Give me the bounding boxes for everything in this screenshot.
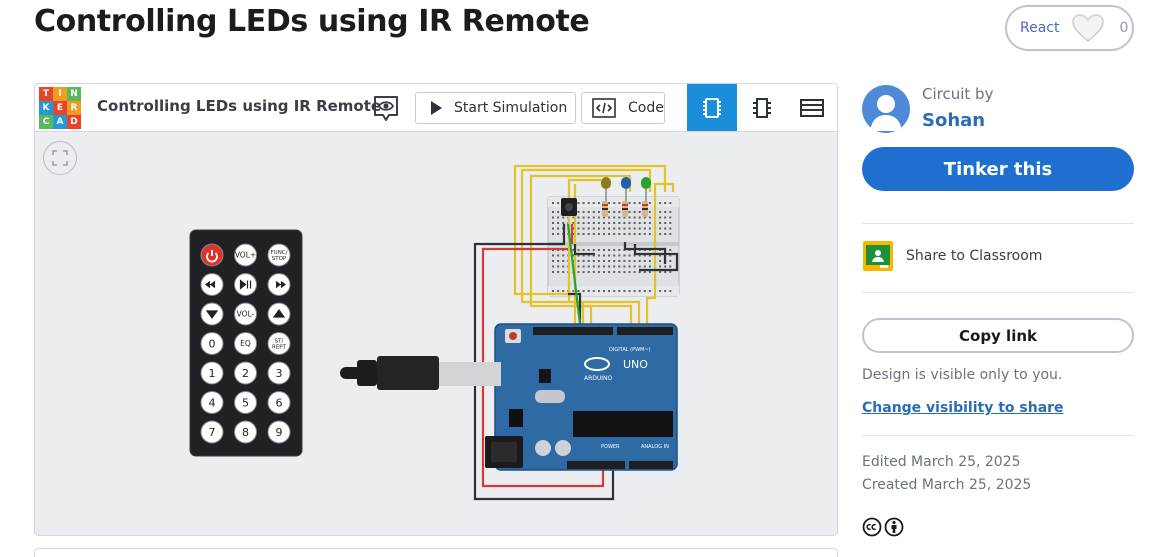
fit-view-button[interactable]: [43, 141, 77, 175]
arduino-model: UNO: [623, 358, 648, 371]
code-icon: [592, 98, 616, 118]
change-visibility-link[interactable]: Change visibility to share: [862, 400, 1064, 416]
circuit-by-label: Circuit by: [922, 85, 994, 103]
dc-power-jack: [485, 436, 523, 468]
start-simulation-label: Start Simulation: [454, 100, 568, 116]
copy-link-button[interactable]: Copy link: [862, 318, 1134, 353]
digital-label: DIGITAL (PWM~): [609, 347, 651, 353]
analog-label: ANALOG IN: [641, 444, 669, 450]
code-button[interactable]: Code: [581, 92, 665, 124]
remote-button-st-rept[interactable]: ST/REPT: [267, 332, 291, 355]
edited-date: Edited March 25, 2025: [862, 454, 1021, 470]
code-label: Code: [628, 100, 664, 116]
remote-button-label: 4: [209, 397, 216, 410]
remote-button-0[interactable]: 0: [200, 332, 224, 355]
divider: [862, 292, 1134, 293]
share-to-classroom-button[interactable]: Share to Classroom: [862, 240, 1042, 272]
remote-button-label: EQ: [240, 339, 251, 348]
circuit-canvas[interactable]: ARDUINO UNO DIGITAL (PWM~) POWER ANALOG …: [35, 84, 838, 536]
play-icon: [431, 101, 442, 115]
usb-cable: [340, 356, 501, 390]
share-to-classroom-label: Share to Classroom: [906, 248, 1043, 264]
editor-toolbar: TINKERCAD Controlling LEDs using IR Remo…: [35, 84, 837, 132]
eye-icon[interactable]: [372, 93, 400, 123]
logo-letter: A: [53, 115, 67, 129]
ir-remote[interactable]: VOL+ FUNC/STOP VOL- 0 EQ ST/REPT 1 2 3 4 5 6 7 8 9: [189, 229, 303, 457]
created-date: Created March 25, 2025: [862, 477, 1032, 493]
remote-button-down[interactable]: [200, 302, 224, 326]
power-label: POWER: [601, 444, 620, 450]
page-title: Controlling LEDs using IR Remote: [34, 4, 590, 39]
tinkercad-logo[interactable]: TINKERCAD: [39, 87, 81, 129]
license[interactable]: [862, 517, 904, 537]
remote-button-label: FUNC/STOP: [271, 250, 288, 262]
logo-letter: E: [53, 101, 67, 115]
remote-button-next[interactable]: [267, 273, 291, 296]
logo-letter: R: [67, 101, 81, 115]
ir-receiver[interactable]: [561, 198, 577, 216]
logo-letter: I: [53, 87, 67, 101]
logo-letter: C: [39, 115, 53, 129]
start-simulation-button[interactable]: Start Simulation: [415, 92, 576, 124]
remote-button-label: 9: [276, 426, 283, 439]
remote-button-label: 8: [242, 426, 249, 439]
remote-button-label: 3: [276, 367, 283, 380]
remote-button-1[interactable]: 1: [200, 361, 224, 385]
remote-button-prev[interactable]: [200, 273, 224, 296]
schematic-view-icon: [753, 97, 771, 118]
tinker-this-button[interactable]: Tinker this: [862, 147, 1134, 191]
react-label: React: [1020, 20, 1060, 36]
attribution-icon: [884, 517, 904, 537]
remote-button-label: 6: [276, 397, 283, 410]
logo-letter: D: [67, 115, 81, 129]
component-list-button[interactable]: [787, 84, 837, 131]
remote-button-vol-[interactable]: VOL-: [234, 302, 257, 326]
remote-button-8[interactable]: 8: [234, 420, 257, 444]
remote-button-9[interactable]: 9: [267, 420, 291, 444]
schematic-view-button[interactable]: [737, 84, 787, 131]
circuit-editor: ARDUINO UNO DIGITAL (PWM~) POWER ANALOG …: [34, 83, 838, 536]
remote-button-label: VOL+: [235, 251, 256, 260]
remote-button-eq[interactable]: EQ: [234, 332, 257, 355]
remote-button-func-stop[interactable]: FUNC/STOP: [267, 243, 291, 267]
remote-button-power[interactable]: [200, 243, 224, 267]
visibility-note: Design is visible only to you.: [862, 367, 1063, 383]
divider: [862, 435, 1134, 436]
remote-button-5[interactable]: 5: [234, 391, 257, 414]
creative-commons-icon: [862, 517, 882, 537]
remote-button-up[interactable]: [267, 302, 291, 326]
circuit-view-button[interactable]: [687, 84, 737, 131]
react-button[interactable]: React 0: [1005, 5, 1134, 51]
remote-button-7[interactable]: 7: [200, 420, 224, 444]
remote-button-label: 7: [209, 426, 216, 439]
remote-button-4[interactable]: 4: [200, 391, 224, 414]
remote-button-play-pause[interactable]: [234, 273, 257, 296]
user-icon: [870, 95, 902, 131]
heart-icon: [1072, 14, 1105, 43]
remote-button-3[interactable]: 3: [267, 361, 291, 385]
logo-letter: K: [39, 101, 53, 115]
editor-title: Controlling LEDs using IR Remote: [97, 97, 382, 115]
logo-letter: T: [39, 87, 53, 101]
remote-button-2[interactable]: 2: [234, 361, 257, 385]
arduino-brand: ARDUINO: [584, 375, 613, 382]
remote-button-label: VOL-: [237, 310, 255, 319]
react-count: 0: [1119, 20, 1129, 36]
circuit-view-icon: [703, 97, 721, 118]
component-list-icon: [800, 98, 824, 117]
expand-icon: [52, 150, 68, 166]
author-link[interactable]: Sohan: [922, 110, 985, 131]
remote-button-vol-[interactable]: VOL+: [234, 243, 257, 267]
google-classroom-icon: [863, 241, 893, 271]
avatar[interactable]: [862, 85, 910, 133]
remote-button-label: 1: [209, 367, 216, 380]
description-card: [34, 548, 838, 557]
remote-button-label: 0: [209, 338, 216, 351]
remote-button-label: 5: [242, 397, 249, 410]
remote-button-label: 2: [242, 367, 249, 380]
divider: [862, 223, 1134, 224]
logo-letter: N: [67, 87, 81, 101]
remote-button-6[interactable]: 6: [267, 391, 291, 414]
